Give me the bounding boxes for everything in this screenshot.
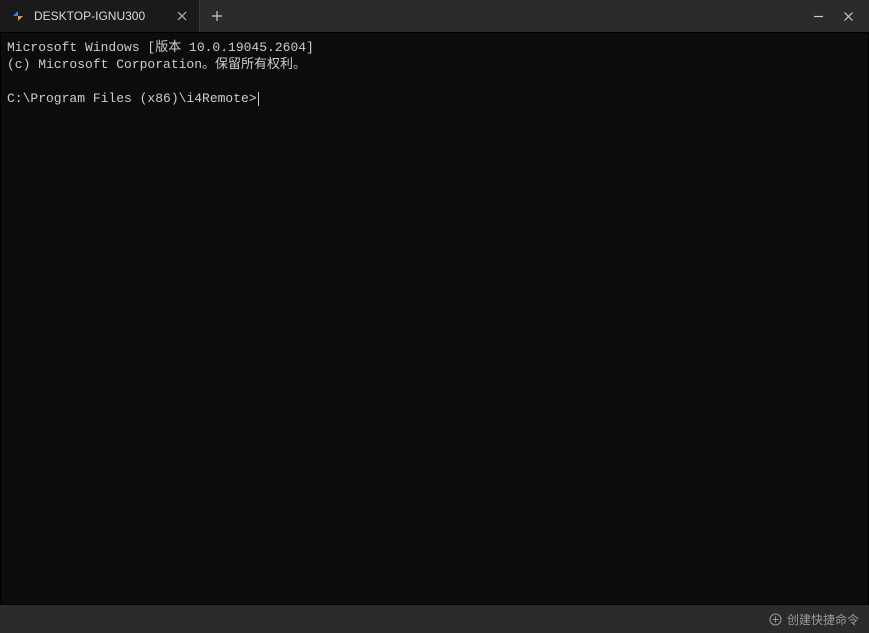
new-tab-button[interactable] [200, 0, 234, 32]
tab-close-button[interactable] [173, 7, 191, 25]
app-icon [10, 8, 26, 24]
plus-circle-icon [769, 613, 782, 626]
statusbar: 创建快捷命令 [0, 605, 869, 633]
create-shortcut-button[interactable]: 创建快捷命令 [769, 611, 859, 628]
terminal-output[interactable]: Microsoft Windows [版本 10.0.19045.2604] (… [0, 32, 869, 605]
terminal-line: (c) Microsoft Corporation。保留所有权利。 [7, 57, 306, 72]
cursor-icon [258, 92, 259, 106]
close-button[interactable] [833, 0, 863, 32]
tab-active[interactable]: DESKTOP-IGNU300 [0, 0, 200, 32]
create-shortcut-label: 创建快捷命令 [787, 611, 859, 628]
terminal-prompt: C:\Program Files (x86)\i4Remote> [7, 90, 257, 107]
minimize-button[interactable] [803, 0, 833, 32]
titlebar: DESKTOP-IGNU300 [0, 0, 869, 32]
window-controls [803, 0, 869, 32]
terminal-line: Microsoft Windows [版本 10.0.19045.2604] [7, 40, 314, 55]
tab-title: DESKTOP-IGNU300 [34, 9, 165, 23]
